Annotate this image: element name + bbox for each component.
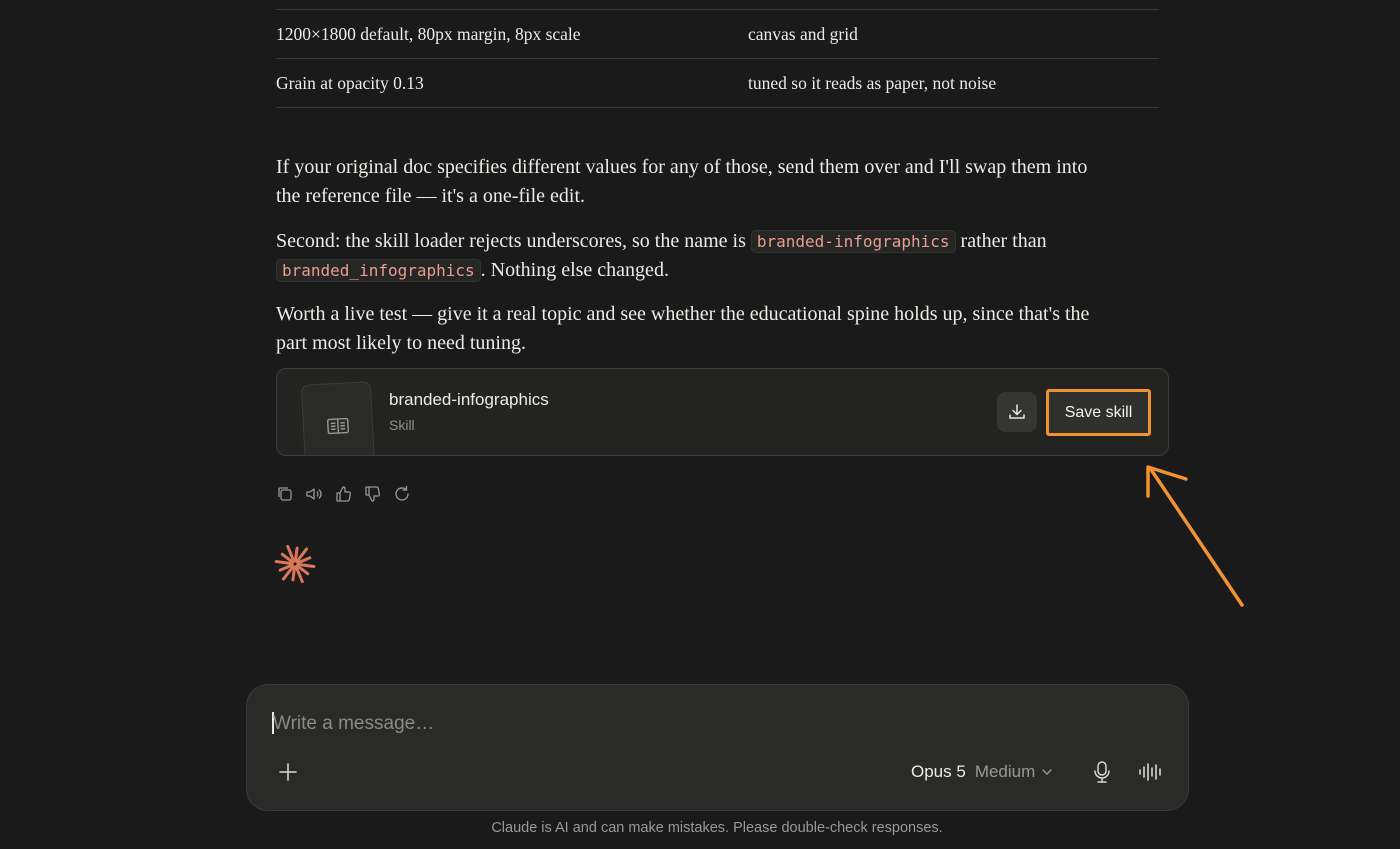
artifact-title: branded-infographics bbox=[389, 390, 549, 409]
speaker-icon[interactable] bbox=[305, 485, 323, 503]
retry-icon[interactable] bbox=[393, 485, 411, 503]
voice-mode-icon[interactable] bbox=[1138, 762, 1164, 782]
spark-ray bbox=[274, 560, 294, 566]
inline-code: branded-infographics bbox=[750, 230, 956, 253]
spark-ray bbox=[296, 562, 316, 568]
table-cell: Grain at opacity 0.13 bbox=[276, 73, 424, 93]
paragraph-text: Second: the skill loader rejects undersc… bbox=[276, 230, 751, 252]
spark-ray bbox=[293, 546, 299, 563]
message-input[interactable] bbox=[273, 709, 873, 739]
artifact-type: Skill bbox=[389, 417, 415, 433]
table-divider bbox=[276, 9, 1159, 10]
table-divider bbox=[276, 107, 1159, 108]
paragraph-text: Worth a live test — give it a real topic… bbox=[276, 303, 1090, 354]
skill-thumbnail bbox=[300, 381, 376, 455]
message-paragraph: If your original doc specifies different… bbox=[276, 153, 1116, 211]
book-open-icon bbox=[327, 417, 349, 435]
paragraph-text: . Nothing else changed. bbox=[480, 259, 669, 281]
table-cell: 1200×1800 default, 80px margin, 8px scal… bbox=[276, 24, 581, 44]
download-icon bbox=[1009, 404, 1025, 419]
inline-code: branded_infographics bbox=[276, 259, 481, 282]
add-attachment-button[interactable] bbox=[277, 761, 299, 783]
chevron-down-icon bbox=[1042, 769, 1052, 775]
model-effort: Medium bbox=[974, 762, 1036, 781]
table-cell: tuned so it reads as paper, not noise bbox=[748, 73, 997, 93]
message-paragraph: Worth a live test — give it a real topic… bbox=[276, 300, 1116, 358]
annotation-arrow bbox=[1146, 465, 1244, 607]
paragraph-text: If your original doc specifies different… bbox=[276, 156, 1088, 207]
skill-artifact-card[interactable]: branded-infographics Skill Save skill bbox=[276, 368, 1169, 456]
table-cell: canvas and grid bbox=[748, 24, 858, 44]
disclaimer: Claude is AI and can make mistakes. Plea… bbox=[491, 820, 943, 836]
save-skill-button[interactable]: Save skill bbox=[1046, 389, 1151, 436]
spark-ray bbox=[291, 565, 297, 582]
table-divider bbox=[276, 58, 1159, 59]
message-paragraph: Second: the skill loader rejects undersc… bbox=[276, 227, 1116, 285]
paragraph-text: rather than bbox=[955, 230, 1047, 252]
download-button[interactable] bbox=[997, 392, 1037, 432]
claude-spark-icon bbox=[274, 544, 316, 584]
thumbs-down-icon[interactable] bbox=[363, 485, 381, 503]
model-name: Opus 5 bbox=[911, 762, 966, 781]
model-selector[interactable]: Opus 5 Medium bbox=[911, 762, 1053, 782]
message-composer: Opus 5 Medium bbox=[246, 684, 1189, 811]
copy-icon[interactable] bbox=[276, 485, 294, 503]
thumbs-up-icon[interactable] bbox=[334, 485, 352, 503]
microphone-icon[interactable] bbox=[1092, 760, 1112, 784]
